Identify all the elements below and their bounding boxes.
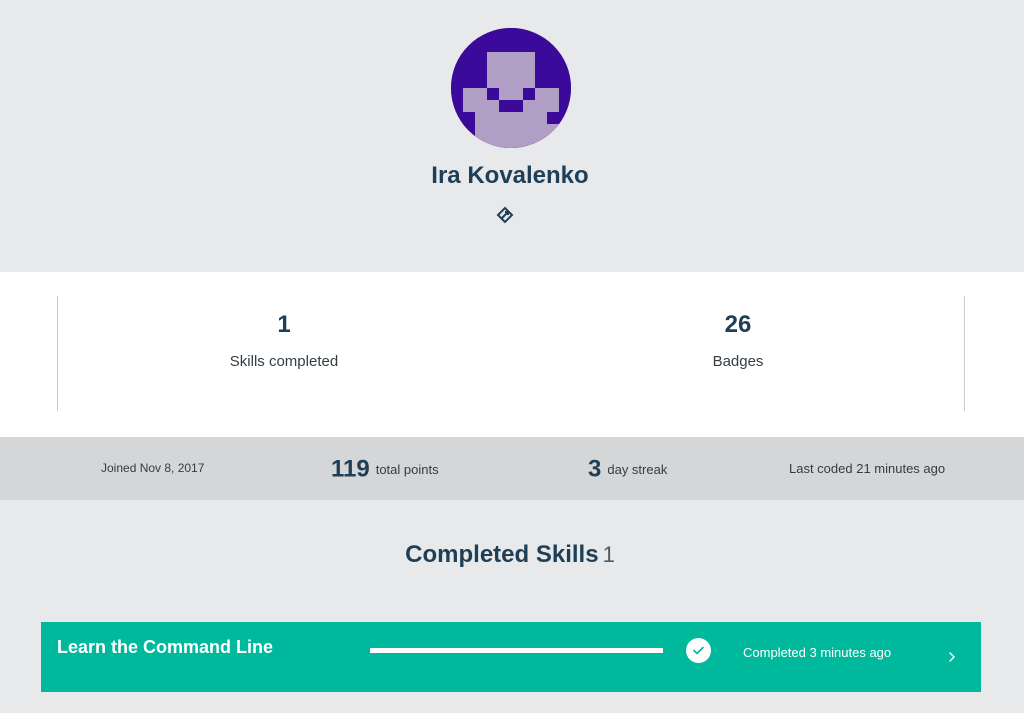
points-value: 119 (331, 455, 370, 483)
meta-bar: Joined Nov 8, 2017 119 total points 3 day … (0, 437, 1024, 500)
completed-skills-title: Completed Skills (405, 541, 599, 568)
section-title: Completed Skills 1 (0, 541, 1020, 569)
last-coded: Last coded 21 minutes ago (789, 461, 946, 476)
streak-value: 3 (588, 455, 602, 483)
skill-card-learn-the-command-line[interactable]: Learn the Command Line Completed 3 minut… (41, 622, 981, 692)
skill-name: Learn the Command Line (57, 637, 274, 657)
completed-skills-count: 1 (602, 542, 615, 567)
profile-name: Ira Kovalenko (431, 162, 589, 189)
badges-value: 26 (724, 311, 752, 338)
chevron-right-icon[interactable] (947, 650, 957, 664)
skill-progress-fill (370, 648, 663, 653)
total-points: 119 total points (331, 437, 439, 500)
completed-time: Completed 3 minutes ago (743, 645, 892, 660)
badges-label: Badges (712, 353, 764, 370)
profile-header: Ira Kovalenko (0, 0, 1024, 272)
completed-skills-section: Completed Skills 1 Learn the Command Line… (0, 517, 1024, 713)
link-icon[interactable] (496, 206, 514, 224)
streak-label: day streak (607, 462, 668, 478)
stat-skills-completed: 1 Skills completed (134, 310, 434, 372)
stats-panel: 1 Skills completed 26 Badges (0, 272, 1024, 437)
skills-completed-value: 1 (277, 311, 291, 338)
day-streak: 3 day streak (588, 437, 667, 500)
points-label: total points (375, 462, 439, 478)
check-icon (686, 638, 711, 663)
skills-completed-label: Skills completed (229, 353, 339, 370)
skill-progress-bar (370, 648, 663, 653)
avatar (451, 28, 571, 148)
joined-date: Joined Nov 8, 2017 (101, 461, 205, 475)
stat-badges: 26 Badges (588, 310, 888, 372)
pixel-avatar-icon (451, 28, 571, 148)
